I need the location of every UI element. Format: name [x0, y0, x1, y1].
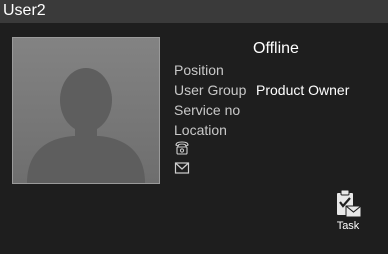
field-label-location: Location — [174, 122, 227, 138]
user-silhouette-icon — [27, 68, 145, 183]
field-label-position: Position — [174, 62, 224, 78]
task-button[interactable]: Task — [330, 188, 366, 236]
user-status: Offline — [253, 40, 299, 57]
field-label-user-group: User Group — [174, 82, 247, 98]
envelope-icon[interactable] — [174, 161, 190, 175]
clipboard-task-icon — [337, 189, 362, 218]
field-value-user-group: Product Owner — [256, 82, 350, 98]
task-button-label: Task — [336, 220, 360, 232]
window-titlebar: User2 — [0, 0, 388, 23]
field-label-service-no: Service no — [174, 102, 241, 118]
phone-icon[interactable] — [174, 141, 190, 155]
window-title: User2 — [3, 2, 46, 19]
user-avatar — [12, 37, 160, 184]
